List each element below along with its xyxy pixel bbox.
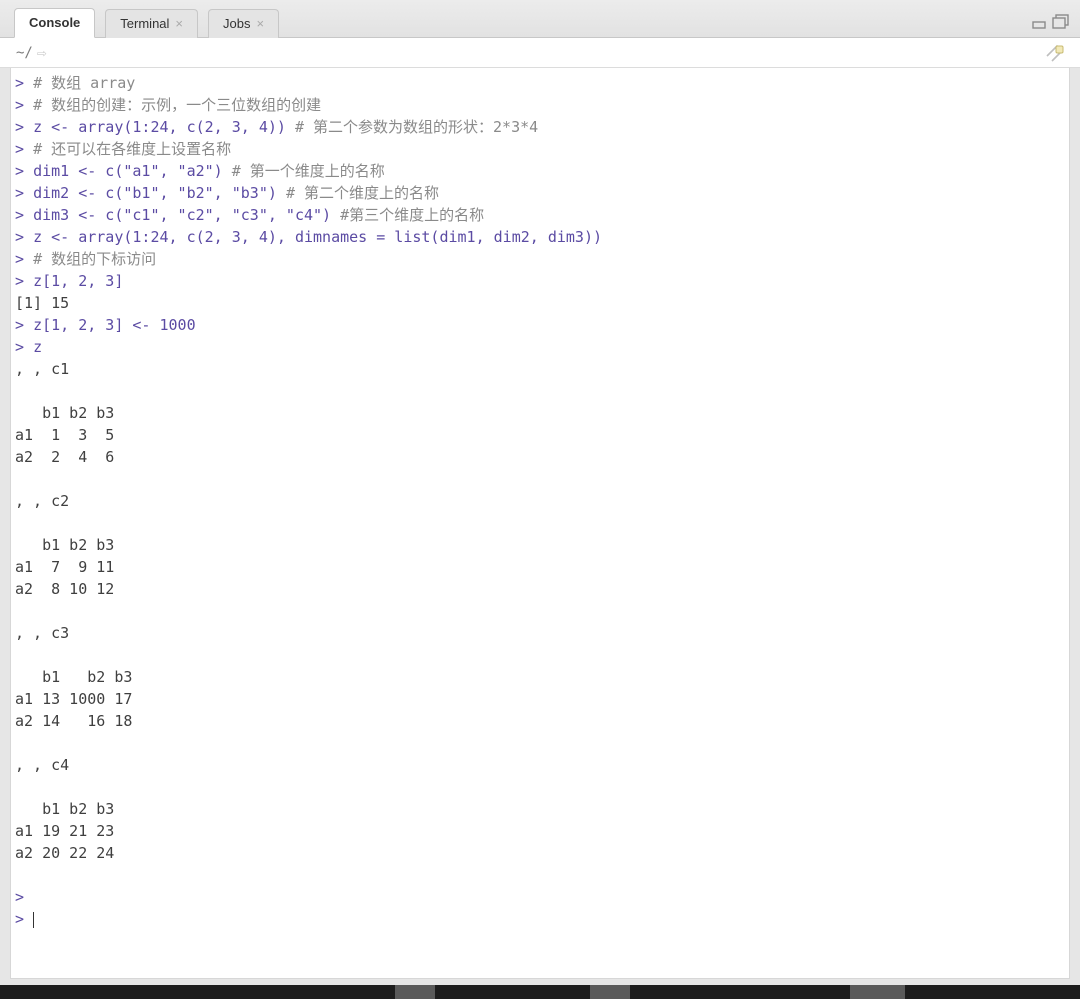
tab-jobs-label: Jobs bbox=[223, 16, 250, 31]
tab-bar: Console Terminal × Jobs × bbox=[0, 0, 1080, 38]
tab-terminal[interactable]: Terminal × bbox=[105, 9, 198, 38]
tab-terminal-label: Terminal bbox=[120, 16, 169, 31]
taskbar-item bbox=[590, 985, 630, 999]
tab-console-label: Console bbox=[29, 15, 80, 30]
working-directory[interactable]: ~/ ⇨ bbox=[16, 43, 47, 62]
go-arrow-icon: ⇨ bbox=[37, 43, 47, 62]
close-icon[interactable]: × bbox=[175, 17, 183, 30]
close-icon[interactable]: × bbox=[256, 17, 264, 30]
tab-console[interactable]: Console bbox=[14, 8, 95, 38]
taskbar-item bbox=[395, 985, 435, 999]
window-controls bbox=[1032, 14, 1070, 30]
clear-console-icon[interactable] bbox=[1044, 44, 1066, 65]
taskbar-item bbox=[850, 985, 905, 999]
working-directory-text: ~/ bbox=[16, 45, 33, 61]
minimize-pane-icon[interactable] bbox=[1032, 15, 1048, 29]
maximize-pane-icon[interactable] bbox=[1052, 14, 1070, 30]
os-taskbar-fragment bbox=[0, 985, 1080, 999]
tab-jobs[interactable]: Jobs × bbox=[208, 9, 279, 38]
console-output[interactable]: > # 数组 array > # 数组的创建：示例，一个三位数组的创建 > z … bbox=[11, 68, 1069, 934]
console-panel: > # 数组 array > # 数组的创建：示例，一个三位数组的创建 > z … bbox=[10, 68, 1070, 979]
console-path-bar: ~/ ⇨ bbox=[0, 38, 1080, 68]
